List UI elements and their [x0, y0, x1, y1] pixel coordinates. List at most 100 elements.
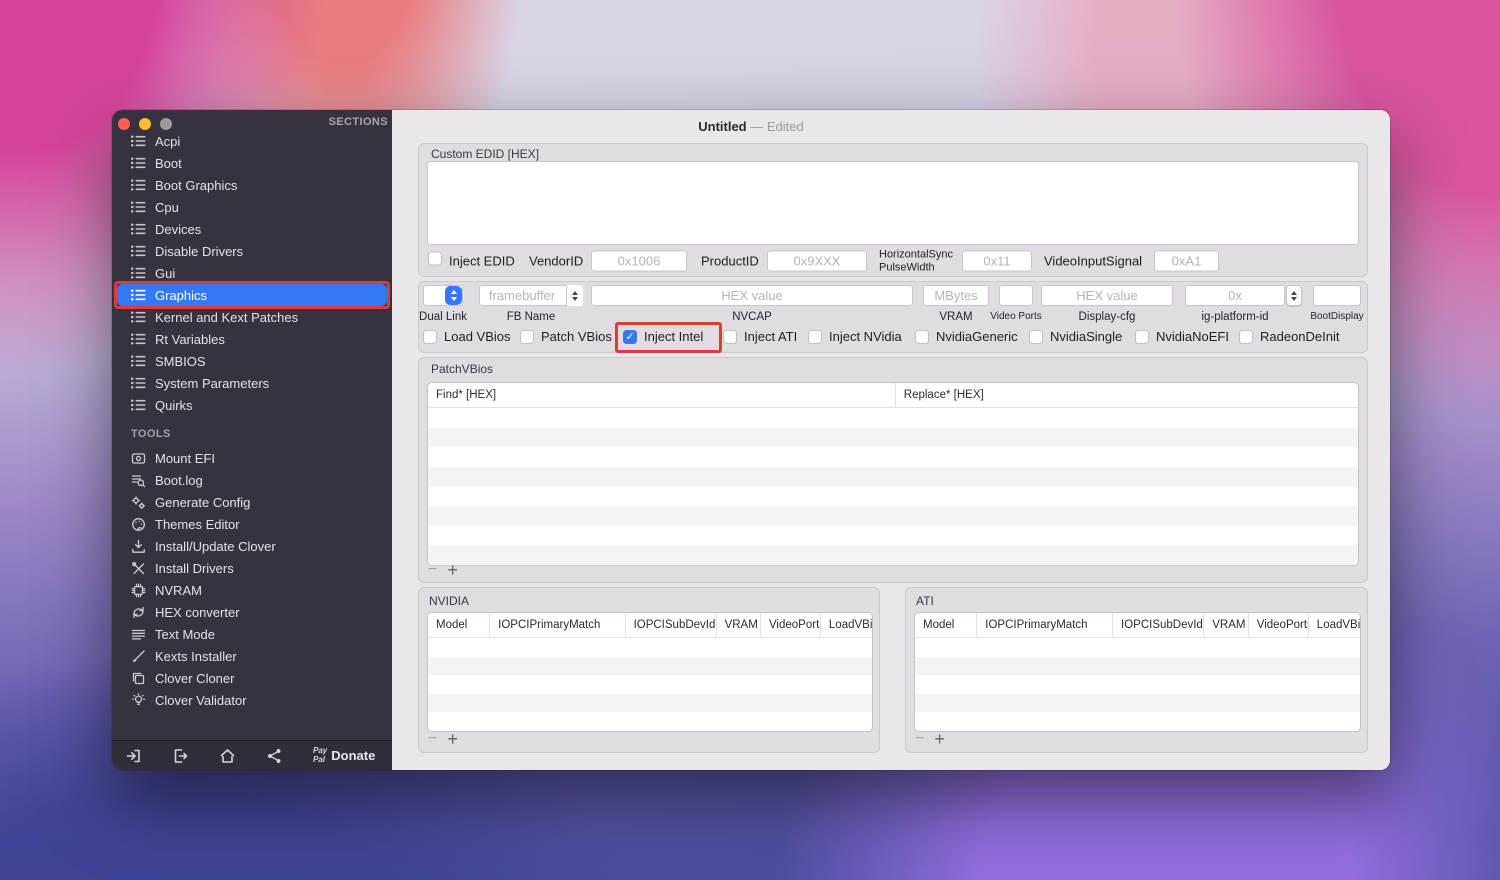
- table-row[interactable]: [428, 408, 1358, 428]
- table-row[interactable]: [915, 638, 1360, 657]
- nvidia-generic-checkbox[interactable]: NvidiaGeneric: [915, 329, 1018, 344]
- add-row-button[interactable]: +: [447, 561, 458, 579]
- remove-row-button[interactable]: −: [915, 731, 924, 747]
- refresh-icon: [131, 605, 147, 620]
- inject-intel-checkbox[interactable]: Inject Intel: [623, 329, 703, 344]
- sidebar-item-boot[interactable]: Boot: [112, 152, 392, 174]
- product-id-field[interactable]: [767, 251, 867, 272]
- sidebar-item-label: Disable Drivers: [155, 244, 243, 259]
- list-icon: [131, 223, 147, 235]
- radeon-deinit-checkbox[interactable]: RadeonDeInit: [1239, 329, 1340, 344]
- table-row[interactable]: [915, 675, 1360, 694]
- tool-nvram[interactable]: NVRAM: [112, 579, 392, 601]
- tool-label: Clover Validator: [155, 693, 247, 708]
- sidebar-item-smbios[interactable]: SMBIOS: [112, 350, 392, 372]
- tool-boot-log[interactable]: Boot.log: [112, 469, 392, 491]
- sidebar-footer: Pay Pal Donate: [112, 740, 392, 770]
- boot-display-field[interactable]: [1313, 285, 1361, 306]
- inject-ati-checkbox[interactable]: Inject ATI: [723, 329, 797, 344]
- nvidia-table[interactable]: Model IOPCIPrimaryMatch IOPCISubDevId VR…: [427, 612, 873, 732]
- table-row[interactable]: [428, 712, 872, 731]
- patch-vbios-table[interactable]: Find* [HEX] Replace* [HEX]: [427, 382, 1359, 566]
- table-row[interactable]: [915, 657, 1360, 676]
- load-vbios-checkbox[interactable]: Load VBios: [423, 329, 511, 344]
- sidebar-item-kernel-kext-patches[interactable]: Kernel and Kext Patches: [112, 306, 392, 328]
- add-row-button[interactable]: +: [447, 730, 458, 748]
- tool-text-mode[interactable]: Text Mode: [112, 623, 392, 645]
- minimize-button[interactable]: [139, 118, 151, 130]
- table-row[interactable]: [428, 428, 1358, 448]
- add-row-button[interactable]: +: [934, 730, 945, 748]
- nvidia-noefi-checkbox[interactable]: NvidiaNoEFI: [1135, 329, 1229, 344]
- sidebar-item-disable-drivers[interactable]: Disable Drivers: [112, 240, 392, 262]
- remove-row-button[interactable]: −: [428, 562, 437, 578]
- table-row[interactable]: [915, 694, 1360, 713]
- hsync-field[interactable]: [962, 251, 1032, 272]
- remove-row-button[interactable]: −: [428, 731, 437, 747]
- column-videoports: VideoPorts: [761, 613, 821, 637]
- table-row[interactable]: [428, 545, 1358, 565]
- table-row[interactable]: [428, 675, 872, 694]
- custom-edid-textarea[interactable]: [427, 161, 1359, 245]
- column-videoports: VideoPorts: [1249, 613, 1309, 637]
- inject-edid-checkbox[interactable]: [428, 252, 442, 271]
- ig-platform-id-stepper[interactable]: [1286, 285, 1302, 306]
- sidebar-item-gui[interactable]: Gui: [112, 262, 392, 284]
- video-input-signal-field-wrap: [1154, 251, 1219, 272]
- tool-label: Mount EFI: [155, 451, 215, 466]
- tool-clover-validator[interactable]: Clover Validator: [112, 689, 392, 711]
- home-icon[interactable]: [219, 748, 236, 764]
- table-row[interactable]: [915, 712, 1360, 731]
- tool-themes-editor[interactable]: Themes Editor: [112, 513, 392, 535]
- sidebar-item-quirks[interactable]: Quirks: [112, 394, 392, 416]
- table-row[interactable]: [428, 447, 1358, 467]
- table-row[interactable]: [428, 506, 1358, 526]
- table-row[interactable]: [428, 467, 1358, 487]
- table-row[interactable]: [428, 638, 872, 657]
- ig-platform-id-label: ig-platform-id: [1201, 311, 1268, 323]
- tool-install-drivers[interactable]: Install Drivers: [112, 557, 392, 579]
- column-find-hex: Find* [HEX]: [428, 383, 896, 407]
- inject-nvidia-checkbox[interactable]: Inject NVidia: [808, 329, 902, 344]
- export-config-icon[interactable]: [172, 748, 189, 764]
- tool-kexts-installer[interactable]: Kexts Installer: [112, 645, 392, 667]
- share-icon[interactable]: [266, 748, 283, 764]
- tool-clover-cloner[interactable]: Clover Cloner: [112, 667, 392, 689]
- ati-table[interactable]: Model IOPCIPrimaryMatch IOPCISubDevId VR…: [914, 612, 1361, 732]
- table-row[interactable]: [428, 657, 872, 676]
- vram-field[interactable]: [923, 285, 989, 306]
- patch-vbios-checkbox[interactable]: Patch VBios: [520, 329, 612, 344]
- sidebar-item-devices[interactable]: Devices: [112, 218, 392, 240]
- tool-install-update-clover[interactable]: Install/Update Clover: [112, 535, 392, 557]
- vram-cluster: VRAM: [923, 285, 989, 306]
- nvidia-single-checkbox[interactable]: NvidiaSingle: [1029, 329, 1122, 344]
- ig-platform-id-field[interactable]: [1185, 285, 1285, 306]
- sidebar-item-rt-variables[interactable]: Rt Variables: [112, 328, 392, 350]
- tool-mount-efi[interactable]: Mount EFI: [112, 447, 392, 469]
- ati-panel: ATI Model IOPCIPrimaryMatch IOPCISubDevI…: [905, 587, 1368, 753]
- video-ports-field[interactable]: [999, 285, 1033, 306]
- tool-hex-converter[interactable]: HEX converter: [112, 601, 392, 623]
- product-id-label: ProductID: [701, 254, 759, 269]
- tool-generate-config[interactable]: Generate Config: [112, 491, 392, 513]
- sidebar-item-graphics[interactable]: Graphics: [117, 284, 387, 306]
- ati-table-body: [915, 638, 1360, 731]
- sidebar-item-cpu[interactable]: Cpu: [112, 196, 392, 218]
- fb-name-stepper[interactable]: [566, 285, 583, 306]
- vendor-id-field[interactable]: [591, 251, 687, 272]
- table-row[interactable]: [428, 487, 1358, 507]
- display-cfg-field[interactable]: [1041, 285, 1173, 306]
- import-config-icon[interactable]: [125, 748, 142, 764]
- donate-button[interactable]: Pay Pal Donate: [313, 747, 375, 764]
- donate-label: Donate: [331, 748, 375, 763]
- table-row[interactable]: [428, 526, 1358, 546]
- close-button[interactable]: [118, 118, 130, 130]
- table-row[interactable]: [428, 694, 872, 713]
- sections-header: SECTIONS: [329, 116, 388, 128]
- sidebar-item-system-parameters[interactable]: System Parameters: [112, 372, 392, 394]
- sidebar-item-acpi[interactable]: Acpi: [112, 130, 392, 152]
- video-input-signal-field[interactable]: [1154, 251, 1219, 272]
- sidebar-item-boot-graphics[interactable]: Boot Graphics: [112, 174, 392, 196]
- nvcap-field[interactable]: [591, 285, 913, 306]
- dual-link-stepper[interactable]: [445, 286, 462, 305]
